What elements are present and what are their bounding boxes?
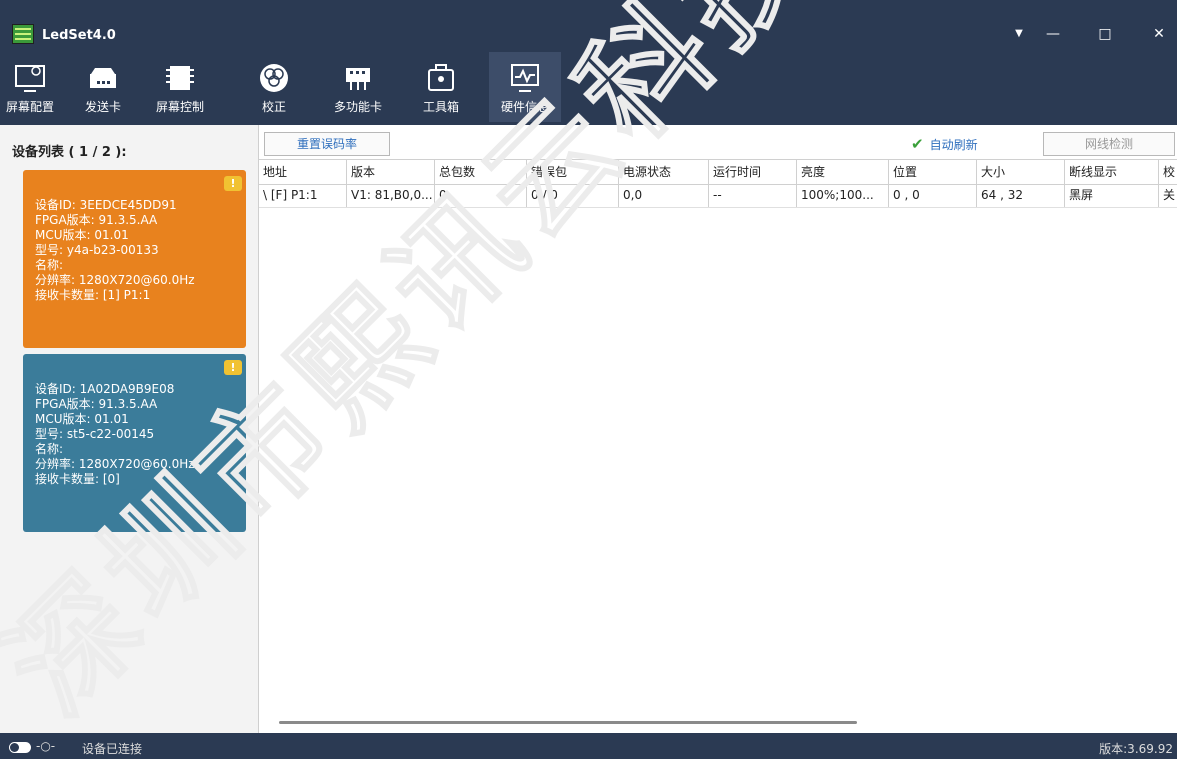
cell-total-packets: 0 (435, 183, 527, 207)
table-row[interactable]: \ [F] P1:1 V1: 81,B0,0... 0 0 / 0 0,0 --… (259, 183, 1177, 208)
connection-plug-icon: -○- (36, 739, 56, 753)
app-logo-icon (12, 24, 34, 44)
tool-label: 发送卡 (84, 100, 121, 114)
device-card[interactable]: ! 设备ID: 3EEDCE45DD91 FPGA版本: 91.3.5.AA M… (23, 170, 246, 348)
menu-dropdown-icon[interactable]: ▼ (1006, 24, 1032, 44)
toggle-switch-icon[interactable] (9, 742, 31, 753)
toolbox-icon (428, 64, 454, 91)
device-list-title: 设备列表 ( 1 / 2 ): (12, 145, 127, 160)
hardware-monitor-icon (511, 64, 539, 92)
device-receiver-count: 接收卡数量: [0] (35, 472, 120, 486)
monitor-settings-icon (15, 65, 45, 92)
chip-icon (166, 66, 194, 90)
cell-calibration: 关 (1163, 188, 1176, 202)
cell-runtime: -- (709, 183, 797, 207)
column-header[interactable]: 电源状态 (619, 160, 709, 184)
device-resolution: 分辨率: 1280X720@60.0Hz (35, 273, 195, 287)
device-model: 型号: st5-c22-00145 (35, 427, 155, 441)
device-fpga-version: FPGA版本: 91.3.5.AA (35, 397, 158, 411)
cell-disconnect-display: 黑屏 (1065, 183, 1159, 207)
device-resolution: 分辨率: 1280X720@60.0Hz (35, 457, 195, 471)
column-header[interactable]: 位置 (889, 160, 977, 184)
reset-error-rate-button[interactable]: 重置误码率 (264, 132, 390, 156)
cell-brightness: 100%;100... (797, 183, 889, 207)
tool-calibration[interactable]: 校正 (244, 52, 304, 122)
app-version: 版本:3.69.92 (1099, 742, 1173, 756)
device-card[interactable]: ! 设备ID: 1A02DA9B9E08 FPGA版本: 91.3.5.AA M… (23, 354, 246, 532)
maximize-button[interactable]: □ (1092, 24, 1118, 44)
tool-label: 多功能卡 (333, 100, 382, 114)
tool-label: 屏幕控制 (155, 100, 204, 114)
horizontal-scrollbar[interactable] (279, 721, 857, 724)
status-bar: -○- 设备已连接 版本:3.69.92 (0, 733, 1177, 759)
column-header[interactable]: 运行时间 (709, 160, 797, 184)
auto-refresh-label: 自动刷新 (929, 138, 978, 152)
title-bar: LedSet4.0 ▼ — □ ✕ (0, 14, 1177, 48)
cable-check-button[interactable]: 网线检测 (1043, 132, 1175, 156)
cell-position: 0 , 0 (889, 183, 977, 207)
cell-error-packets: 0 / 0 (527, 183, 619, 207)
tool-screen-control[interactable]: 屏幕控制 (150, 52, 210, 122)
tool-hardware-info[interactable]: 硬件信息 (489, 52, 561, 122)
column-header[interactable]: 版本 (347, 160, 435, 184)
auto-refresh-checkbox[interactable]: ✔ 自动刷新 (911, 135, 978, 153)
device-name: 名称: (35, 258, 64, 272)
table-header: 地址 版本 总包数 错误包 电源状态 运行时间 亮度 位置 大小 断线显示 校 (259, 159, 1177, 185)
action-bar: 重置误码率 ✔ 自动刷新 网线检测 (259, 125, 1177, 159)
minimize-button[interactable]: — (1040, 24, 1066, 44)
tool-label: 工具箱 (422, 100, 459, 114)
device-fpga-version: FPGA版本: 91.3.5.AA (35, 213, 158, 227)
cell-address: \ [F] P1:1 (259, 183, 347, 207)
top-bar: LedSet4.0 ▼ — □ ✕ 屏幕配置 发送卡 屏幕控制 校正 多功能卡 … (0, 0, 1177, 125)
device-id: 设备ID: 1A02DA9B9E08 (35, 382, 175, 396)
cell-power-status: 0,0 (619, 183, 709, 207)
column-header[interactable]: 亮度 (797, 160, 889, 184)
column-header[interactable]: 校 (1159, 160, 1177, 184)
column-header[interactable]: 大小 (977, 160, 1065, 184)
device-mcu-version: MCU版本: 01.01 (35, 412, 129, 426)
column-header[interactable]: 错误包 (527, 160, 619, 184)
device-id: 设备ID: 3EEDCE45DD91 (35, 198, 177, 212)
multifunction-card-icon (346, 68, 370, 90)
checkmark-icon: ✔ (911, 135, 924, 153)
tool-label: 屏幕配置 (5, 100, 54, 114)
tool-sender-card[interactable]: 发送卡 (73, 52, 133, 122)
tool-label: 硬件信息 (500, 100, 549, 114)
device-mcu-version: MCU版本: 01.01 (35, 228, 129, 242)
toolbar: 屏幕配置 发送卡 屏幕控制 校正 多功能卡 工具箱 硬件信息 (0, 52, 1177, 124)
device-receiver-count: 接收卡数量: [1] P1:1 (35, 288, 151, 302)
cell-version: V1: 81,B0,0... (347, 183, 435, 207)
warning-icon: ! (224, 360, 242, 375)
device-name: 名称: (35, 442, 64, 456)
warning-icon: ! (224, 176, 242, 191)
app-title: LedSet4.0 (42, 28, 116, 43)
connection-status: 设备已连接 (82, 742, 143, 756)
column-header[interactable]: 地址 (259, 160, 347, 184)
device-list-panel: 设备列表 ( 1 / 2 ): ! 设备ID: 3EEDCE45DD91 FPG… (0, 125, 259, 733)
close-button[interactable]: ✕ (1146, 24, 1172, 44)
tool-screen-config[interactable]: 屏幕配置 (0, 52, 60, 122)
tool-toolbox[interactable]: 工具箱 (411, 52, 471, 122)
color-wheel-icon (260, 64, 288, 92)
column-header[interactable]: 总包数 (435, 160, 527, 184)
hardware-info-panel: 重置误码率 ✔ 自动刷新 网线检测 地址 版本 总包数 错误包 电源状态 运行时间… (259, 125, 1177, 733)
tool-label: 校正 (261, 100, 286, 114)
cell-size: 64 , 32 (977, 183, 1065, 207)
sender-card-icon (90, 68, 116, 88)
column-header[interactable]: 断线显示 (1065, 160, 1159, 184)
tool-multifunction-card[interactable]: 多功能卡 (328, 52, 388, 122)
device-model: 型号: y4a-b23-00133 (35, 243, 159, 257)
